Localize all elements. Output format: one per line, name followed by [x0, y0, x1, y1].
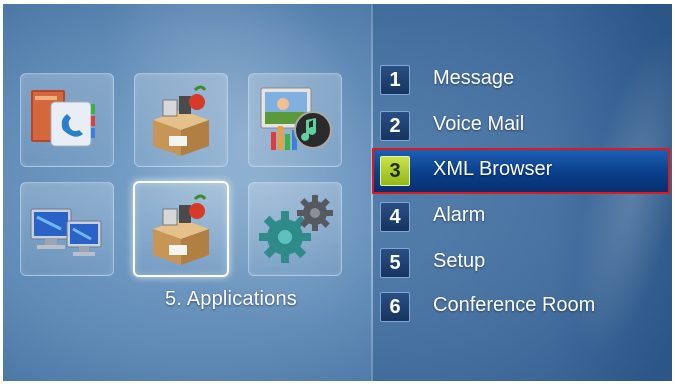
menu-item-label: Setup [433, 250, 486, 272]
multimedia-icon [260, 87, 332, 150]
menu-number-badge: 2 [380, 111, 410, 141]
menu-number-badge: 4 [380, 202, 410, 232]
tile-applications[interactable] [133, 181, 229, 277]
menu-item-label: Message [433, 67, 515, 89]
menu-item-label: XML Browser [433, 158, 553, 180]
tile-network[interactable] [20, 182, 114, 276]
tile-settings[interactable] [248, 182, 342, 276]
menu-number-badge: 5 [380, 248, 410, 278]
network-computers-icon [30, 208, 102, 256]
applications-package-icon [153, 194, 209, 265]
package-icon [153, 85, 209, 156]
settings-gears-icon [259, 195, 333, 263]
menu-item-label: Conference Room [433, 294, 596, 316]
menu-item-label: Voice Mail [433, 113, 525, 135]
tile-package[interactable] [134, 73, 228, 167]
tile-multimedia[interactable] [248, 73, 342, 167]
tile-phonebook[interactable] [20, 73, 114, 167]
applications-caption: 5. Applications [165, 288, 297, 310]
menu-number-badge: 1 [380, 65, 410, 95]
menu-item-message[interactable]: 1 Message [378, 61, 672, 101]
menu-item-xml-browser[interactable]: 3 XML Browser [372, 148, 672, 194]
menu-item-conference-room[interactable]: 6 Conference Room [378, 288, 672, 328]
menu-item-label: Alarm [433, 204, 486, 226]
menu-item-alarm[interactable]: 4 Alarm [378, 198, 672, 238]
menu-item-voice-mail[interactable]: 2 Voice Mail [378, 107, 672, 147]
menu-number-badge: 6 [380, 292, 410, 322]
menu-item-setup[interactable]: 5 Setup [378, 244, 672, 284]
phonebook-icon [31, 90, 95, 147]
menu-number-badge: 3 [380, 156, 410, 186]
